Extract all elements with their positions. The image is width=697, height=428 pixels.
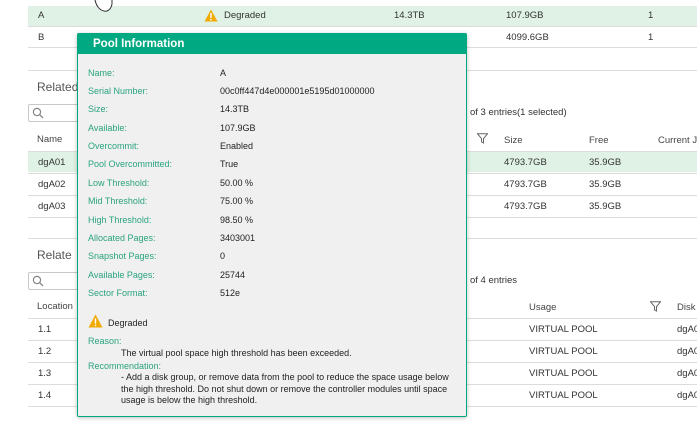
popup-header: Pool Information (78, 34, 466, 54)
disks-entries-count: of 4 entries (470, 275, 517, 286)
disk-location: 1.2 (38, 346, 52, 357)
pool-count: 1 (648, 32, 654, 43)
disk-location: 1.4 (38, 390, 52, 401)
disk-group: dgA0 (677, 368, 697, 379)
field-label: Allocated Pages: (88, 233, 156, 243)
search-icon (32, 107, 44, 119)
disk-group-name: dgA02 (38, 179, 66, 190)
related-disk-groups-title: Related (37, 80, 79, 94)
col-header-current[interactable]: Current J (658, 135, 697, 147)
field-label: High Threshold: (88, 215, 152, 225)
col-header-free[interactable]: Free (589, 135, 609, 147)
field-value: 98.50 % (220, 215, 254, 225)
field-label: Mid Threshold: (88, 196, 148, 206)
pool-health: Degraded (224, 10, 266, 21)
recommendation-label: Recommendation: (88, 361, 162, 371)
col-header-size[interactable]: Size (504, 135, 522, 147)
recommendation-text: - Add a disk group, or remove data from … (121, 372, 449, 405)
disk-group-size: 4793.7GB (504, 157, 547, 168)
field-value: 75.00 % (220, 196, 254, 206)
pool-count: 1 (648, 10, 654, 21)
disk-group: dgA0 (677, 346, 697, 357)
field-label: Available Pages: (88, 270, 155, 280)
disk-group-name: dgA01 (38, 157, 66, 168)
col-header-location[interactable]: Location (37, 301, 73, 313)
disk-group-free: 35.9GB (589, 179, 622, 190)
reason-label: Reason: (88, 336, 122, 346)
field-value: 50.00 % (220, 178, 254, 188)
related-disks-title: Relate (37, 248, 72, 262)
col-header-disk[interactable]: Disk (677, 302, 695, 314)
search-icon (32, 275, 44, 287)
field-value: 00c0ff447d4e000001e5195d01000000 (220, 86, 375, 96)
field-value: 14.3TB (220, 104, 250, 114)
reason-text: The virtual pool space high threshold ha… (121, 348, 352, 358)
disk-group: dgA0 (677, 390, 697, 401)
field-label: Available: (88, 123, 127, 133)
field-value: 25744 (220, 270, 246, 280)
disk-usage: VIRTUAL POOL (529, 390, 598, 401)
disk-usage: VIRTUAL POOL (529, 324, 598, 335)
disk-group: dgA0 (677, 324, 697, 335)
disk-groups-entries-count: of 3 entries(1 selected) (470, 107, 567, 118)
field-label: Pool Overcommitted: (88, 159, 173, 169)
disk-group-size: 4793.7GB (504, 179, 547, 190)
filter-icon[interactable] (650, 301, 661, 312)
disk-group-free: 35.9GB (589, 157, 622, 168)
field-label: Low Threshold: (88, 178, 150, 188)
popup-status: Degraded (108, 318, 148, 328)
field-value: True (220, 159, 239, 169)
pool-row-a[interactable] (28, 6, 697, 26)
disk-group-size: 4793.7GB (504, 201, 547, 212)
field-label: Snapshot Pages: (88, 251, 157, 261)
pool-size: 14.3TB (394, 10, 425, 21)
disk-usage: VIRTUAL POOL (529, 346, 598, 357)
disk-location: 1.1 (38, 324, 52, 335)
hand-cursor-icon (94, 0, 113, 12)
pool-available: 107.9GB (506, 10, 544, 21)
field-value: 512e (220, 288, 241, 298)
warning-icon (88, 314, 103, 328)
field-label: Size: (88, 104, 109, 114)
field-label: Sector Format: (88, 288, 148, 298)
warning-icon (204, 9, 218, 22)
filter-icon[interactable] (477, 133, 488, 144)
popup-title: Pool Information (93, 38, 185, 50)
disk-group-name: dgA03 (38, 201, 66, 212)
field-value: 3403001 (220, 233, 256, 243)
field-label: Overcommit: (88, 141, 140, 151)
pool-name: B (38, 32, 45, 43)
pool-information-popup: Pool Information Name: A Serial Number: … (77, 33, 467, 417)
field-label: Serial Number: (88, 86, 149, 96)
pool-available: 4099.6GB (506, 32, 549, 43)
field-value: 107.9GB (220, 123, 256, 133)
disk-usage: VIRTUAL POOL (529, 368, 598, 379)
pool-name: A (38, 10, 45, 21)
field-value: Enabled (220, 141, 254, 151)
col-header-usage[interactable]: Usage (529, 302, 556, 314)
disk-group-free: 35.9GB (589, 201, 622, 212)
field-value: 0 (220, 251, 226, 261)
field-label: Name: (88, 68, 115, 78)
disk-location: 1.3 (38, 368, 52, 379)
col-header-name[interactable]: Name (37, 134, 62, 146)
field-value: A (220, 68, 227, 78)
